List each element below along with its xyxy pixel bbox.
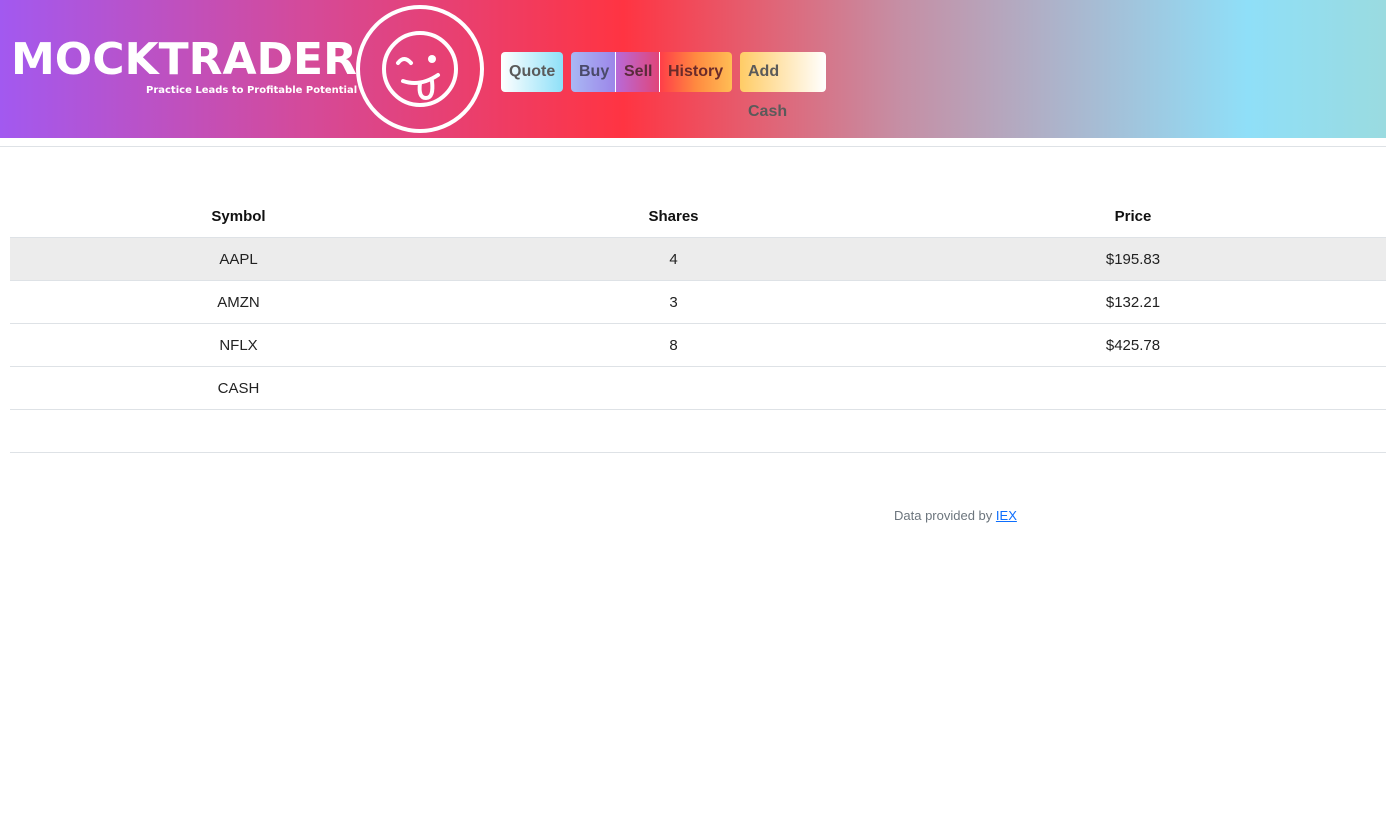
column-header-price: Price [1114, 207, 1152, 225]
logo-title[interactable]: MOCKTRADER [11, 34, 357, 86]
table-row: CASH [10, 366, 1386, 410]
quote-button[interactable]: Quote [501, 52, 563, 92]
logo-tagline: Practice Leads to Profitable Potential [146, 85, 358, 96]
symbol-cell: AAPL [10, 237, 467, 281]
header-banner: MOCKTRADER Practice Leads to Profitable … [0, 0, 1386, 138]
shares-cell: 8 [467, 323, 880, 367]
portfolio-table-container: Symbol Shares Price AAPL 4 $195.83 AMZN … [10, 195, 1386, 453]
footer-cell [10, 409, 467, 453]
symbol-cell: AMZN [10, 280, 467, 324]
trade-button-group: Buy Sell History [571, 52, 732, 92]
table-row: AAPL 4 $195.83 [10, 237, 1386, 281]
sell-button[interactable]: Sell [615, 52, 659, 92]
price-cell [880, 366, 1386, 410]
column-header-symbol: Symbol [211, 207, 266, 225]
price-cell: $425.78 [880, 323, 1386, 367]
symbol-cell: NFLX [10, 323, 467, 367]
table-row: AMZN 3 $132.21 [10, 280, 1386, 324]
winking-tongue-face-icon [356, 5, 484, 133]
attribution-text: Data provided by [894, 508, 993, 523]
table-row: NFLX 8 $425.78 [10, 323, 1386, 367]
main-nav: Quote Buy Sell History Add Cash [501, 52, 826, 120]
data-attribution: Data provided by IEX [894, 508, 1017, 523]
shares-cell [467, 366, 880, 410]
price-cell: $195.83 [880, 237, 1386, 281]
iex-link[interactable]: IEX [996, 508, 1017, 523]
buy-button[interactable]: Buy [571, 52, 615, 92]
shares-cell: 4 [467, 237, 880, 281]
price-cell: $132.21 [880, 280, 1386, 324]
footer-cell [467, 409, 880, 453]
footer-cell [880, 409, 1386, 453]
table-footer-row [10, 409, 1386, 453]
column-header-shares: Shares [648, 207, 699, 225]
history-button[interactable]: History [659, 52, 732, 92]
symbol-cell: CASH [10, 366, 467, 410]
header-divider [0, 138, 1386, 147]
shares-cell: 3 [467, 280, 880, 324]
table-header-row: Symbol Shares Price [10, 195, 1386, 238]
portfolio-table: Symbol Shares Price AAPL 4 $195.83 AMZN … [10, 195, 1386, 453]
add-cash-button[interactable]: Add Cash [740, 52, 826, 120]
